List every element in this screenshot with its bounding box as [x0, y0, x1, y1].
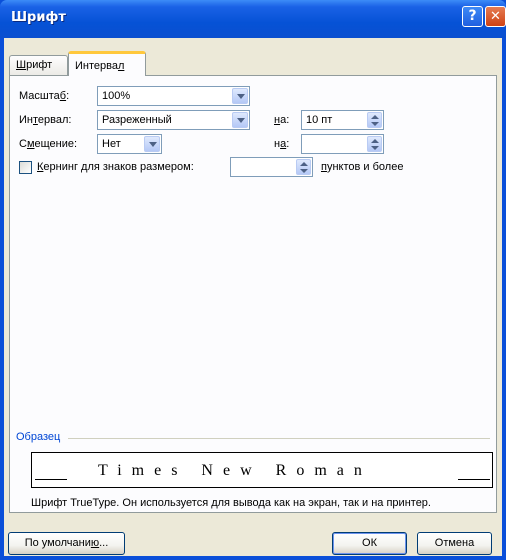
sample-baseline-left: [35, 479, 67, 480]
tab-spacing[interactable]: Интервал: [68, 51, 146, 76]
dialog-client-area: Шрифт Интервал Масштаб: 100% Интервал: Р…: [4, 38, 502, 556]
scale-select[interactable]: 100%: [97, 86, 250, 106]
tab-font-label-accel: Ш: [16, 59, 27, 71]
scale-label: Масштаб:: [19, 90, 70, 102]
chevron-down-icon[interactable]: [144, 136, 160, 152]
kerning-size-spinner[interactable]: [230, 157, 313, 177]
tab-spacing-label: Интерва: [75, 60, 118, 72]
kerning-label[interactable]: Кернинг для знаков размером:: [37, 161, 194, 173]
offset-select[interactable]: Нет: [97, 134, 162, 154]
tab-spacing-label-accel: л: [117, 60, 125, 72]
offset-label: Смещение:: [19, 138, 78, 150]
ok-button[interactable]: ОК: [332, 532, 407, 555]
set-default-button[interactable]: По умолчанию...: [8, 532, 125, 555]
tab-font[interactable]: Шрифт: [9, 55, 68, 75]
window-title: Шрифт: [11, 10, 66, 25]
scale-value: 100%: [102, 90, 131, 102]
font-dialog-window: Шрифт ? ✕ Шрифт Интервал Масштаб: 100% И…: [0, 0, 506, 560]
sample-preview-box: Times New Roman: [31, 452, 493, 488]
sample-preview-text: Times New Roman: [98, 462, 372, 479]
offset-value: Нет: [102, 138, 121, 150]
kerning-checkbox[interactable]: [19, 161, 32, 174]
title-bar[interactable]: Шрифт ? ✕: [0, 0, 506, 38]
sample-baseline-right: [458, 479, 490, 480]
offset-by-spinner[interactable]: [301, 134, 384, 154]
spinner-arrows-icon[interactable]: [367, 112, 382, 128]
kerning-suffix-label: пунктов и более: [321, 161, 404, 173]
interval-by-spinner[interactable]: 10 пт: [301, 110, 384, 130]
interval-by-label: на:: [274, 114, 290, 126]
close-icon[interactable]: ✕: [485, 6, 506, 27]
spinner-arrows-icon[interactable]: [367, 136, 382, 152]
interval-select[interactable]: Разреженный: [97, 110, 250, 130]
interval-by-value: 10 пт: [306, 114, 333, 126]
cancel-button[interactable]: Отмена: [417, 532, 492, 555]
spacing-panel: Масштаб: 100% Интервал: Разреженный на: …: [9, 75, 497, 513]
chevron-down-icon[interactable]: [232, 88, 248, 104]
chevron-down-icon[interactable]: [232, 112, 248, 128]
sample-group-line: [68, 438, 490, 439]
spinner-arrows-icon[interactable]: [296, 159, 311, 175]
interval-value: Разреженный: [102, 114, 172, 126]
tab-font-label: рифт: [26, 59, 53, 71]
help-icon[interactable]: ?: [462, 6, 483, 27]
sample-legend: Образец: [16, 431, 61, 443]
interval-label: Интервал:: [19, 114, 72, 126]
offset-by-label: на:: [274, 138, 290, 150]
sample-description: Шрифт TrueType. Он используется для выво…: [31, 497, 431, 509]
